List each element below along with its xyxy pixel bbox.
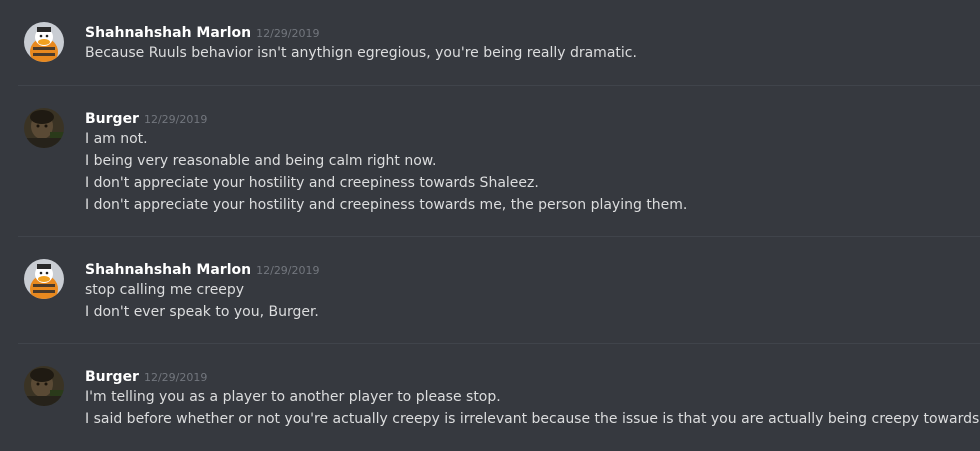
timestamp[interactable]: 12/29/2019 — [256, 27, 319, 40]
duck-avatar-icon — [24, 22, 64, 62]
message-line: I being very reasonable and being calm r… — [85, 153, 437, 169]
message-content: stop calling me creepy I don't ever spea… — [85, 279, 975, 323]
message-header: Shahnahshah Marlon 12/29/2019 — [85, 259, 320, 278]
photo-avatar[interactable] — [24, 366, 64, 406]
message-content: I am not. I being very reasonable and be… — [85, 128, 975, 216]
photo-avatar-icon — [24, 366, 64, 406]
photo-avatar-icon — [24, 108, 64, 148]
message-line: I don't ever speak to you, Burger. — [85, 304, 319, 320]
duck-avatar[interactable] — [24, 259, 64, 299]
message-content: I'm telling you as a player to another p… — [85, 386, 980, 430]
message-line: I'm telling you as a player to another p… — [85, 389, 501, 405]
chat-message-list: Shahnahshah Marlon 12/29/2019 Because Ruu… — [0, 0, 980, 451]
duck-avatar[interactable] — [24, 22, 64, 62]
message-line: I don't appreciate your hostility and cr… — [85, 197, 688, 213]
username[interactable]: Burger — [85, 369, 139, 385]
message-divider — [18, 85, 980, 86]
message-divider — [18, 343, 980, 344]
message-divider — [18, 236, 980, 237]
message-header: Shahnahshah Marlon 12/29/2019 — [85, 22, 320, 41]
timestamp[interactable]: 12/29/2019 — [256, 264, 319, 277]
username[interactable]: Shahnahshah Marlon — [85, 262, 251, 278]
timestamp[interactable]: 12/29/2019 — [144, 113, 207, 126]
message-line: Because Ruuls behavior isn't anythign eg… — [85, 45, 637, 61]
message-content: Because Ruuls behavior isn't anythign eg… — [85, 42, 975, 64]
username[interactable]: Burger — [85, 111, 139, 127]
message-line: I don't appreciate your hostility and cr… — [85, 175, 539, 191]
duck-avatar-icon — [24, 259, 64, 299]
message-line: I said before whether or not you're actu… — [85, 411, 980, 427]
message-header: Burger 12/29/2019 — [85, 108, 207, 127]
message-line: I am not. — [85, 131, 148, 147]
photo-avatar[interactable] — [24, 108, 64, 148]
message-line: stop calling me creepy — [85, 282, 245, 298]
timestamp[interactable]: 12/29/2019 — [144, 371, 207, 384]
message-header: Burger 12/29/2019 — [85, 366, 207, 385]
username[interactable]: Shahnahshah Marlon — [85, 25, 251, 41]
